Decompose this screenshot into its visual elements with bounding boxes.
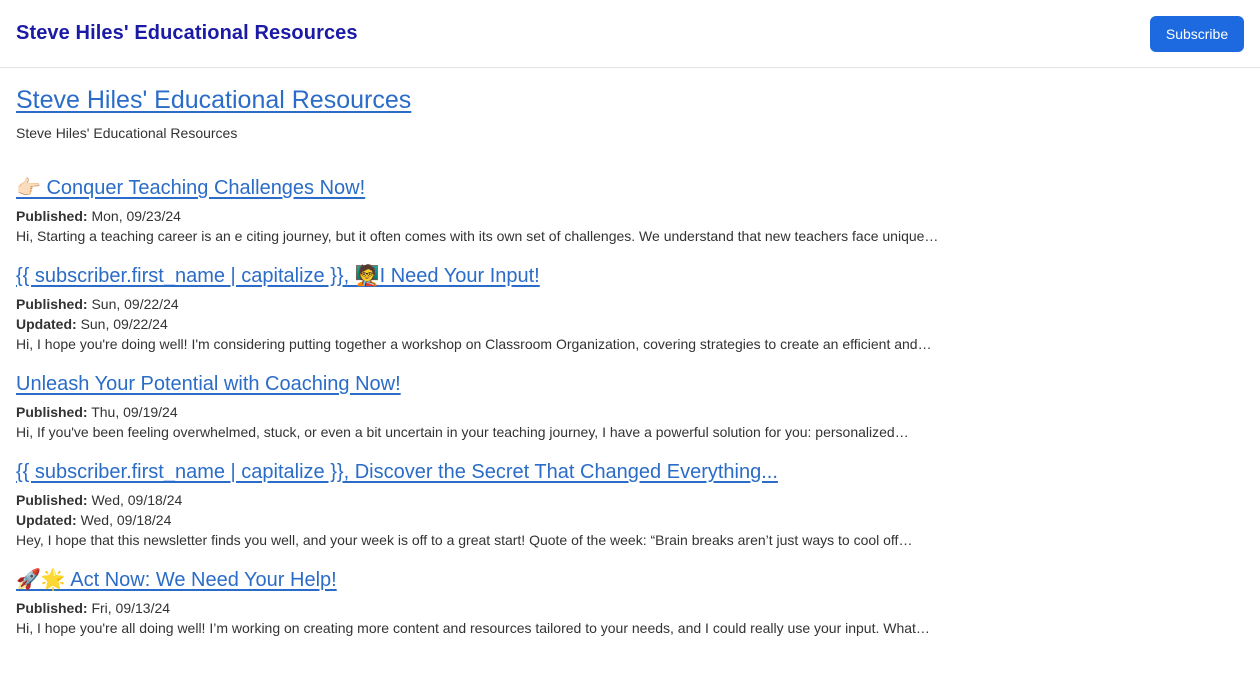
post-item: {{ subscriber.first_name | capitalize }}…: [16, 459, 1244, 551]
site-brand[interactable]: Steve Hiles' Educational Resources: [16, 22, 358, 45]
post-title-link[interactable]: 🚀🌟 Act Now: We Need Your Help!: [16, 567, 337, 593]
post-published: Published: Fri, 09/13/24: [16, 598, 1244, 618]
post-item: {{ subscriber.first_name | capitalize }}…: [16, 263, 1244, 355]
post-published: Published: Wed, 09/18/24: [16, 490, 1244, 510]
post-title-link[interactable]: {{ subscriber.first_name | capitalize }}…: [16, 263, 540, 289]
post-excerpt: Hi, I hope you're doing well! I'm consid…: [16, 336, 932, 352]
site-header: Steve Hiles' Educational Resources Subsc…: [0, 0, 1260, 68]
post-updated: Updated: Wed, 09/18/24: [16, 510, 1244, 530]
post-item: 👉🏻 Conquer Teaching Challenges Now! Publ…: [16, 175, 1244, 247]
published-label: Published:: [16, 208, 88, 224]
published-date: Fri, 09/13/24: [91, 600, 171, 616]
published-label: Published:: [16, 296, 88, 312]
post-published: Published: Mon, 09/23/24: [16, 206, 1244, 226]
post-excerpt: Hi, I hope you're all doing well! I’m wo…: [16, 620, 930, 636]
published-date: Sun, 09/22/24: [91, 296, 179, 312]
subscribe-button[interactable]: Subscribe: [1150, 15, 1244, 52]
post-excerpt: Hi, If you've been feeling overwhelmed, …: [16, 424, 909, 440]
post-excerpt: Hey, I hope that this newsletter finds y…: [16, 532, 913, 548]
post-list: 👉🏻 Conquer Teaching Challenges Now! Publ…: [16, 175, 1244, 639]
post-item: 🚀🌟 Act Now: We Need Your Help! Published…: [16, 567, 1244, 639]
published-label: Published:: [16, 600, 88, 616]
post-published: Published: Sun, 09/22/24: [16, 294, 1244, 314]
published-date: Wed, 09/18/24: [91, 492, 183, 508]
updated-date: Sun, 09/22/24: [80, 316, 168, 332]
published-date: Thu, 09/19/24: [91, 404, 178, 420]
post-excerpt: Hi, Starting a teaching career is an e c…: [16, 228, 939, 244]
main-content: Steve Hiles' Educational Resources Steve…: [0, 68, 1260, 639]
updated-label: Updated:: [16, 512, 77, 528]
published-date: Mon, 09/23/24: [91, 208, 181, 224]
post-item: Unleash Your Potential with Coaching Now…: [16, 371, 1244, 443]
updated-date: Wed, 09/18/24: [80, 512, 172, 528]
post-published: Published: Thu, 09/19/24: [16, 402, 1244, 422]
published-label: Published:: [16, 404, 88, 420]
page-title[interactable]: Steve Hiles' Educational Resources: [16, 85, 411, 115]
post-title-link[interactable]: 👉🏻 Conquer Teaching Challenges Now!: [16, 175, 365, 201]
published-label: Published:: [16, 492, 88, 508]
updated-label: Updated:: [16, 316, 77, 332]
post-updated: Updated: Sun, 09/22/24: [16, 314, 1244, 334]
page-subtitle: Steve Hiles' Educational Resources: [16, 125, 238, 141]
post-title-link[interactable]: {{ subscriber.first_name | capitalize }}…: [16, 459, 778, 485]
post-title-link[interactable]: Unleash Your Potential with Coaching Now…: [16, 371, 401, 397]
